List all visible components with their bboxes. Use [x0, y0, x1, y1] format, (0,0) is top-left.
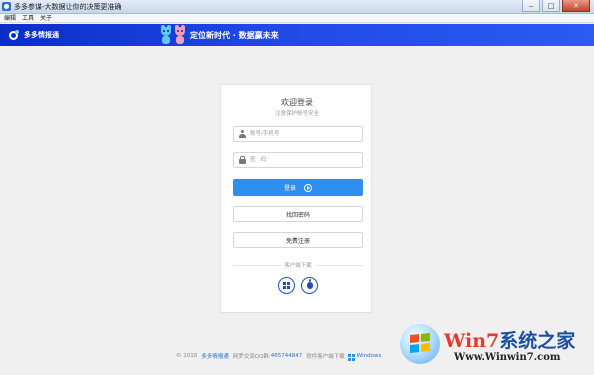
mascot-pink-icon: [174, 25, 186, 45]
login-button[interactable]: 登录: [233, 179, 363, 196]
footer-qq-number[interactable]: 465744847: [271, 353, 303, 359]
password-input[interactable]: [250, 155, 358, 165]
mac-download-button[interactable]: [301, 277, 318, 294]
user-icon: [239, 130, 246, 138]
arrow-right-icon: [304, 183, 312, 192]
password-field[interactable]: [233, 152, 363, 168]
client-download-divider: 客户端下载: [233, 261, 363, 269]
close-button[interactable]: ✕: [562, 0, 590, 12]
login-title: 欢迎登录: [281, 98, 313, 107]
login-card: 欢迎登录 注意保护账号安全 登录 找回密码 免费注册 客户端下载: [220, 84, 372, 313]
windows-flag-icon: [410, 332, 430, 354]
lock-icon: [239, 156, 246, 164]
menu-bar: 编辑 工具 关于: [0, 14, 594, 23]
footer-qq-label: 网罗交流QQ群:: [232, 354, 271, 360]
footer-windows-link[interactable]: Windows: [357, 353, 382, 359]
footer-brand-link[interactable]: 多多情报通: [201, 352, 229, 360]
watermark-url: Www.Winwin7.com: [454, 352, 561, 363]
menu-about[interactable]: 关于: [37, 14, 55, 23]
username-input[interactable]: [250, 129, 358, 139]
login-button-label: 登录: [283, 185, 296, 192]
window-controls: ‒ □ ✕: [520, 0, 590, 13]
watermark-logo: Win7系统之家 Www.Winwin7.com: [396, 322, 592, 372]
windows-download-button[interactable]: [278, 277, 295, 294]
windows-icon: [283, 282, 290, 289]
footer-copyright: © 2018: [176, 353, 198, 359]
footer-download-label: 软件客户端下载: [306, 354, 345, 360]
maximize-button[interactable]: □: [542, 0, 560, 12]
apple-icon: [306, 279, 313, 289]
minimize-button[interactable]: ‒: [522, 0, 540, 12]
watermark-brand: Win7系统之家: [444, 330, 576, 352]
username-field[interactable]: [233, 126, 363, 142]
window-titlebar: 多多参谋-大数据让你的决策更准确 ‒ □ ✕: [0, 0, 594, 14]
app-icon: [2, 2, 11, 11]
recover-password-label: 找回密码: [285, 211, 310, 219]
header-banner: 多多情报通 定位新时代 · 数据赢未来: [0, 24, 594, 46]
login-subtitle: 注意保护账号安全: [274, 111, 319, 117]
brand-logo: 多多情报通: [9, 29, 59, 40]
client-download-label: 客户端下载: [284, 263, 312, 269]
header-slogan: 定位新时代 · 数据赢未来: [190, 31, 279, 40]
footer: © 2018 多多情报通 网罗交流QQ群: 465744847 软件客户端下载 …: [176, 352, 382, 361]
brand-name: 多多情报通: [24, 31, 59, 39]
windows-small-icon: [347, 353, 355, 361]
mascot-blue-icon: [160, 25, 172, 45]
brand-icon: [9, 29, 19, 40]
menu-tools[interactable]: 工具: [19, 14, 37, 23]
window-title: 多多参谋-大数据让你的决策更准确: [14, 3, 122, 11]
recover-password-button[interactable]: 找回密码: [233, 206, 363, 222]
register-label: 免费注册: [285, 237, 310, 245]
register-button[interactable]: 免费注册: [233, 232, 363, 248]
menu-edit[interactable]: 编辑: [0, 14, 19, 23]
